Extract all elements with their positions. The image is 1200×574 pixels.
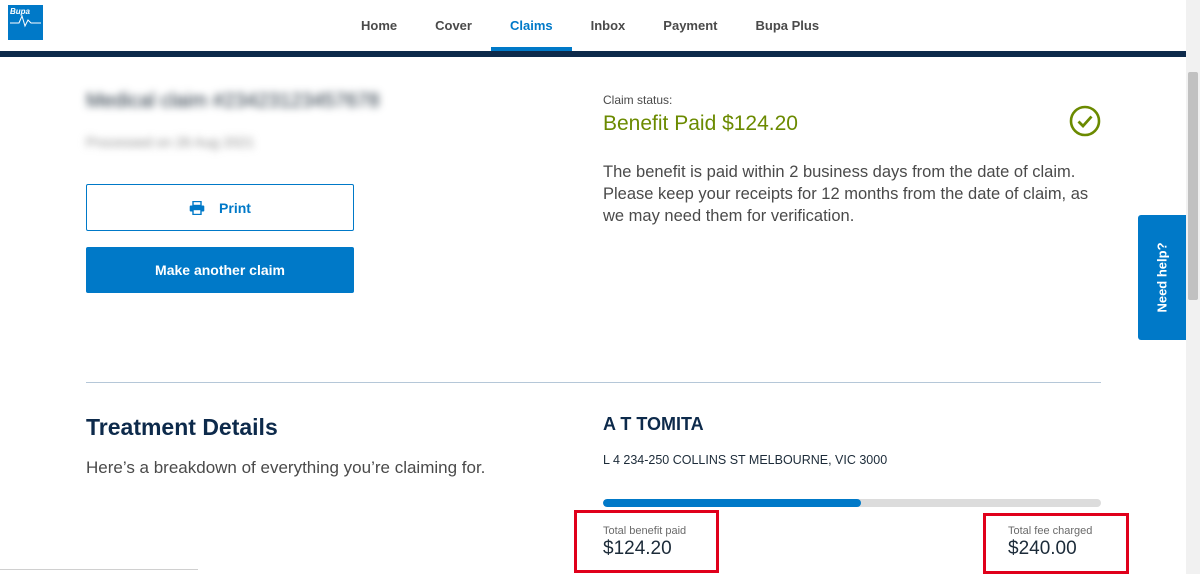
main-nav: Home Cover Claims Inbox Payment Bupa Plu… bbox=[342, 0, 838, 51]
site-header: Bupa Home Cover Claims Inbox Payment Bup… bbox=[0, 0, 1200, 57]
total-fee-value: $240.00 bbox=[1008, 538, 1077, 559]
benefit-progress-fill bbox=[603, 499, 861, 507]
bupa-logo[interactable]: Bupa bbox=[8, 5, 43, 40]
claim-title: Medical claim #23423123457678 bbox=[86, 90, 380, 112]
claim-status-value: Benefit Paid $124.20 bbox=[603, 112, 798, 135]
nav-payment[interactable]: Payment bbox=[644, 0, 736, 51]
provider-name: A T TOMITA bbox=[603, 414, 704, 434]
total-benefit-value: $124.20 bbox=[603, 538, 672, 559]
need-help-label: Need help? bbox=[1154, 242, 1170, 313]
make-another-claim-button[interactable]: Make another claim bbox=[86, 247, 354, 293]
benefit-progress-bar bbox=[603, 499, 1101, 507]
print-button[interactable]: Print bbox=[86, 184, 354, 231]
printer-icon bbox=[189, 200, 205, 215]
header-accent-bar bbox=[0, 51, 1186, 57]
bottom-edge-line bbox=[0, 569, 198, 570]
print-button-label: Print bbox=[219, 199, 251, 216]
section-divider bbox=[86, 382, 1101, 383]
total-benefit-label: Total benefit paid bbox=[603, 525, 687, 537]
nav-home-label: Home bbox=[361, 18, 398, 33]
check-circle-icon bbox=[1069, 105, 1101, 137]
claim-processed-date: Processed on 26 Aug 2021 bbox=[86, 134, 255, 150]
page-scrollbar[interactable] bbox=[1186, 0, 1200, 574]
need-help-tab[interactable]: Need help? bbox=[1138, 215, 1186, 340]
claim-status-description: The benefit is paid within 2 business da… bbox=[603, 163, 1089, 225]
treatment-details-title: Treatment Details bbox=[86, 414, 278, 440]
heartbeat-icon bbox=[10, 14, 41, 28]
provider-address: L 4 234-250 COLLINS ST MELBOURNE, VIC 30… bbox=[603, 453, 888, 467]
claim-status-label: Claim status: bbox=[603, 93, 673, 107]
nav-cover[interactable]: Cover bbox=[416, 0, 491, 51]
scrollbar-thumb[interactable] bbox=[1188, 72, 1198, 300]
nav-payment-label: Payment bbox=[663, 18, 718, 33]
nav-claims[interactable]: Claims bbox=[490, 0, 572, 51]
nav-home[interactable]: Home bbox=[342, 0, 416, 51]
nav-inbox[interactable]: Inbox bbox=[572, 0, 645, 51]
treatment-details-description: Here’s a breakdown of everything you’re … bbox=[86, 458, 486, 477]
nav-inbox-label: Inbox bbox=[590, 18, 626, 33]
nav-bupa-plus[interactable]: Bupa Plus bbox=[737, 0, 839, 51]
nav-cover-label: Cover bbox=[435, 18, 472, 33]
nav-bupa-plus-label: Bupa Plus bbox=[755, 18, 820, 33]
make-another-claim-label: Make another claim bbox=[155, 262, 285, 278]
total-fee-label: Total fee charged bbox=[1008, 525, 1093, 537]
nav-claims-label: Claims bbox=[509, 18, 553, 33]
